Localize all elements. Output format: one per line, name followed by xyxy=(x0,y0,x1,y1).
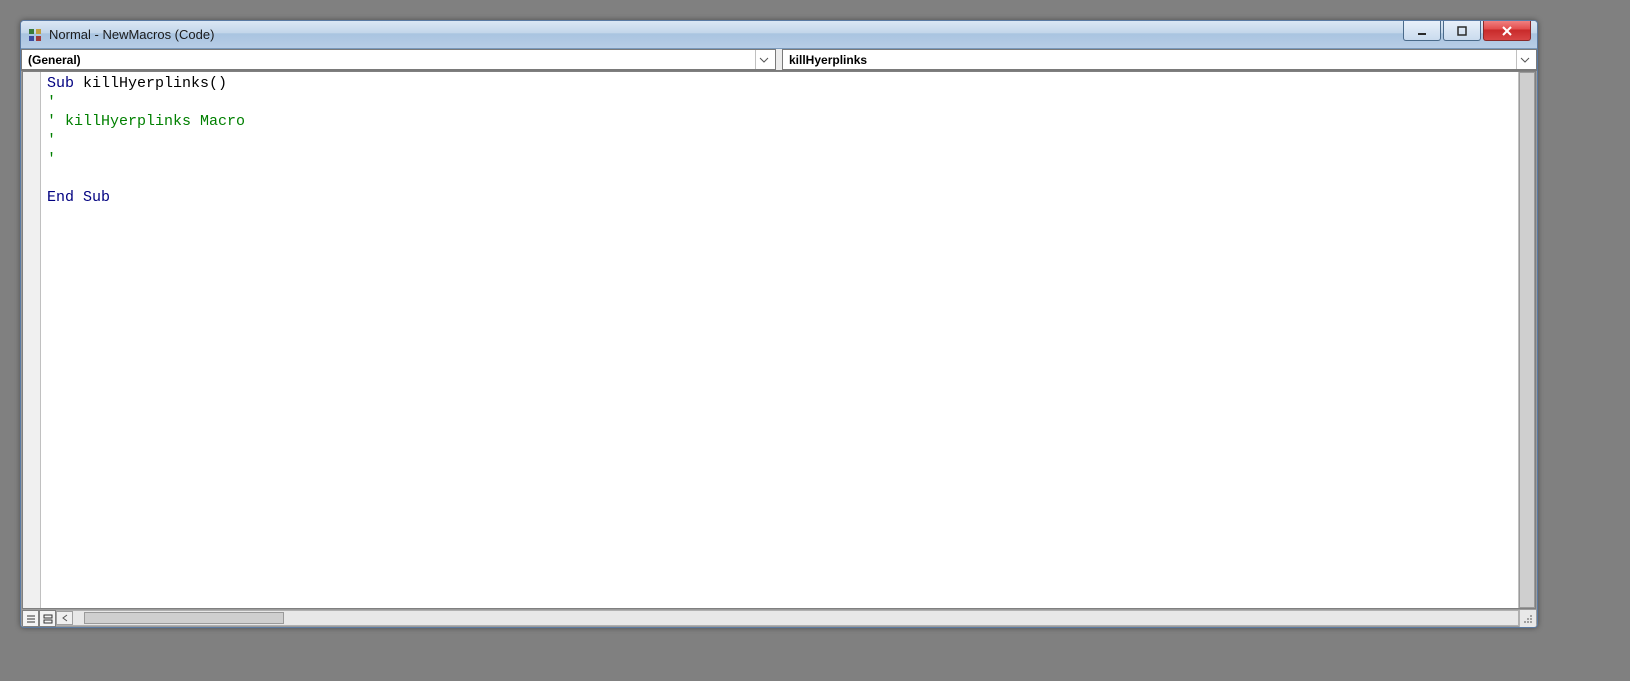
comment-line-5: ' xyxy=(47,151,56,168)
chevron-down-icon xyxy=(755,50,771,69)
comment-line-4: ' xyxy=(47,132,56,149)
comment-line-2: ' xyxy=(47,94,56,111)
procedure-dropdown-text: killHyerplinks xyxy=(789,53,1516,67)
code-line-1-rest: killHyerplinks() xyxy=(74,75,227,92)
close-icon xyxy=(1501,25,1513,37)
object-dropdown-text: (General) xyxy=(28,53,755,67)
resize-grip-icon xyxy=(1523,614,1533,624)
window-title: Normal - NewMacros (Code) xyxy=(49,27,214,42)
vba-module-icon xyxy=(27,27,43,43)
keyword-sub: Sub xyxy=(47,75,74,92)
procedure-dropdown[interactable]: killHyerplinks xyxy=(782,49,1537,70)
full-module-view-icon xyxy=(43,614,53,624)
comment-line-3: ' killHyerplinks Macro xyxy=(47,113,245,130)
vertical-scrollbar-thumb[interactable] xyxy=(1519,72,1535,608)
horizontal-scrollbar[interactable] xyxy=(56,610,1519,626)
chevron-down-icon xyxy=(1516,50,1532,69)
code-window: Normal - NewMacros (Code) (General) xyxy=(20,20,1538,628)
bottom-row xyxy=(22,609,1536,626)
titlebar[interactable]: Normal - NewMacros (Code) xyxy=(21,21,1537,49)
margin-indicator-bar[interactable] xyxy=(23,72,41,608)
minimize-icon xyxy=(1416,25,1428,37)
code-editor[interactable]: Sub killHyerplinks() ' ' killHyerplinks … xyxy=(41,72,1518,608)
procedure-view-button[interactable] xyxy=(22,610,39,627)
full-module-view-button[interactable] xyxy=(39,610,56,627)
minimize-button[interactable] xyxy=(1403,21,1441,41)
maximize-button[interactable] xyxy=(1443,21,1481,41)
code-container: Sub killHyerplinks() ' ' killHyerplinks … xyxy=(22,71,1536,609)
horizontal-scrollbar-thumb[interactable] xyxy=(84,612,284,624)
resize-grip[interactable] xyxy=(1519,610,1536,627)
vertical-scrollbar[interactable] xyxy=(1518,72,1535,608)
window-controls xyxy=(1403,21,1537,43)
maximize-icon xyxy=(1456,25,1468,37)
scroll-left-button[interactable] xyxy=(56,611,73,625)
procedure-view-icon xyxy=(26,614,36,624)
client-area: Sub killHyerplinks() ' ' killHyerplinks … xyxy=(21,71,1537,627)
close-button[interactable] xyxy=(1483,21,1531,41)
keyword-end-sub: End Sub xyxy=(47,189,110,206)
code-text: Sub killHyerplinks() ' ' killHyerplinks … xyxy=(41,72,1518,207)
object-dropdown[interactable]: (General) xyxy=(21,49,776,70)
dropdown-row: (General) killHyerplinks xyxy=(21,49,1537,71)
